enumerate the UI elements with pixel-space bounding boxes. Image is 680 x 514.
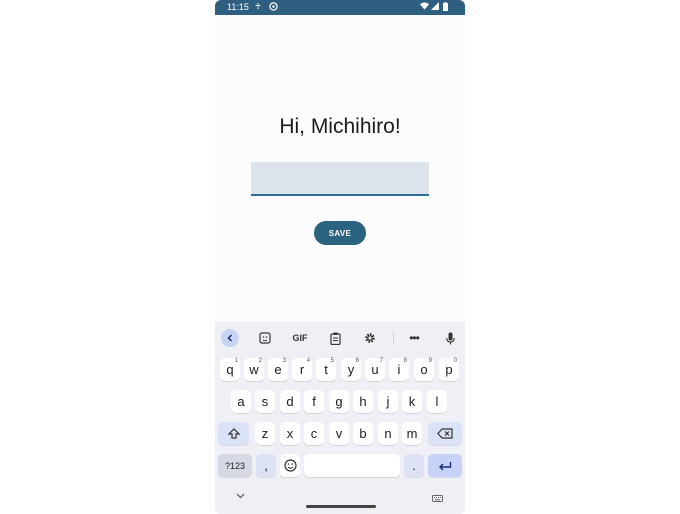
key-m[interactable]: m xyxy=(402,422,422,445)
key-e[interactable]: e3 xyxy=(268,358,288,381)
key-hint: 6 xyxy=(355,358,359,364)
comma-key[interactable]: , xyxy=(256,454,276,477)
backspace-icon xyxy=(437,428,453,439)
key-label: e xyxy=(274,362,282,377)
key-hint: 7 xyxy=(379,358,383,364)
greeting-text: Hi, Michihiro! xyxy=(279,115,401,138)
key-hint: 0 xyxy=(453,358,457,364)
key-r[interactable]: r4 xyxy=(292,358,312,381)
name-text-field[interactable] xyxy=(251,162,429,196)
wifi-icon xyxy=(420,2,429,12)
key-label: p xyxy=(445,362,453,377)
key-hint: 9 xyxy=(428,358,432,364)
key-b[interactable]: b xyxy=(353,422,373,445)
key-hint: 2 xyxy=(258,358,262,364)
shift-key[interactable] xyxy=(218,422,249,445)
keyboard-switch-icon[interactable] xyxy=(432,494,443,504)
key-o[interactable]: o9 xyxy=(414,358,434,381)
key-z[interactable]: z xyxy=(255,422,275,445)
hide-keyboard-icon[interactable] xyxy=(236,491,245,502)
status-time: 11:15 xyxy=(227,2,249,12)
key-label: t xyxy=(324,362,328,377)
collapse-toolbar-button[interactable] xyxy=(221,329,239,347)
key-h[interactable]: h xyxy=(353,390,373,413)
key-w[interactable]: w2 xyxy=(244,358,264,381)
key-v[interactable]: v xyxy=(329,422,349,445)
more-icon[interactable]: ••• xyxy=(406,330,422,346)
key-hint: 3 xyxy=(282,358,286,364)
save-button[interactable]: SAVE xyxy=(314,221,366,245)
toolbar-divider xyxy=(393,332,394,344)
key-u[interactable]: u7 xyxy=(365,358,385,381)
home-gesture-pill[interactable] xyxy=(306,505,376,508)
gif-button[interactable]: GIF xyxy=(289,330,311,346)
clipboard-icon[interactable] xyxy=(327,330,343,346)
key-p[interactable]: p0 xyxy=(439,358,459,381)
key-label: u xyxy=(371,362,379,377)
key-label: i xyxy=(397,362,401,377)
key-hint: 5 xyxy=(330,358,334,364)
emoji-key[interactable] xyxy=(280,454,300,477)
key-i[interactable]: i8 xyxy=(389,358,409,381)
sticker-icon[interactable] xyxy=(257,330,273,346)
status-bar: 11:15 ♰ xyxy=(215,0,465,15)
key-x[interactable]: x xyxy=(280,422,300,445)
symbols-key[interactable]: ?123 xyxy=(218,454,252,477)
navigation-bar xyxy=(215,480,465,514)
gear-icon[interactable] xyxy=(362,330,378,346)
shift-icon xyxy=(227,428,240,439)
key-g[interactable]: g xyxy=(329,390,349,413)
backspace-key[interactable] xyxy=(428,422,462,445)
key-n[interactable]: n xyxy=(378,422,398,445)
key-k[interactable]: k xyxy=(402,390,422,413)
android-icon xyxy=(269,2,278,13)
key-s[interactable]: s xyxy=(255,390,275,413)
microphone-icon[interactable] xyxy=(442,330,458,346)
key-label: o xyxy=(420,362,428,377)
emoji-icon xyxy=(283,459,297,472)
key-c[interactable]: c xyxy=(304,422,324,445)
key-label: r xyxy=(299,362,305,377)
key-label: w xyxy=(249,362,259,377)
key-hint: 1 xyxy=(234,358,238,364)
key-t[interactable]: t5 xyxy=(316,358,336,381)
key-l[interactable]: l xyxy=(427,390,447,413)
key-a[interactable]: a xyxy=(231,390,251,413)
phone-screen: 11:15 ♰ Hi, Michihiro! SAVE GIF ••• q 1 … xyxy=(215,0,465,514)
key-f[interactable]: f xyxy=(304,390,324,413)
keyboard-toolbar: GIF ••• xyxy=(215,322,465,354)
key-j[interactable]: j xyxy=(378,390,398,413)
accessibility-icon: ♰ xyxy=(255,2,261,11)
battery-icon xyxy=(443,2,448,13)
key-label: y xyxy=(347,362,355,377)
enter-key[interactable] xyxy=(428,454,462,477)
key-hint: 8 xyxy=(403,358,407,364)
enter-icon xyxy=(439,461,452,470)
key-hint: 4 xyxy=(306,358,310,364)
key-q[interactable]: q1 xyxy=(220,358,240,381)
key-label: q xyxy=(226,362,234,377)
period-key[interactable]: . xyxy=(404,454,424,477)
key-y[interactable]: y6 xyxy=(341,358,361,381)
signal-icon xyxy=(431,2,439,12)
space-key[interactable] xyxy=(304,454,400,477)
key-d[interactable]: d xyxy=(280,390,300,413)
